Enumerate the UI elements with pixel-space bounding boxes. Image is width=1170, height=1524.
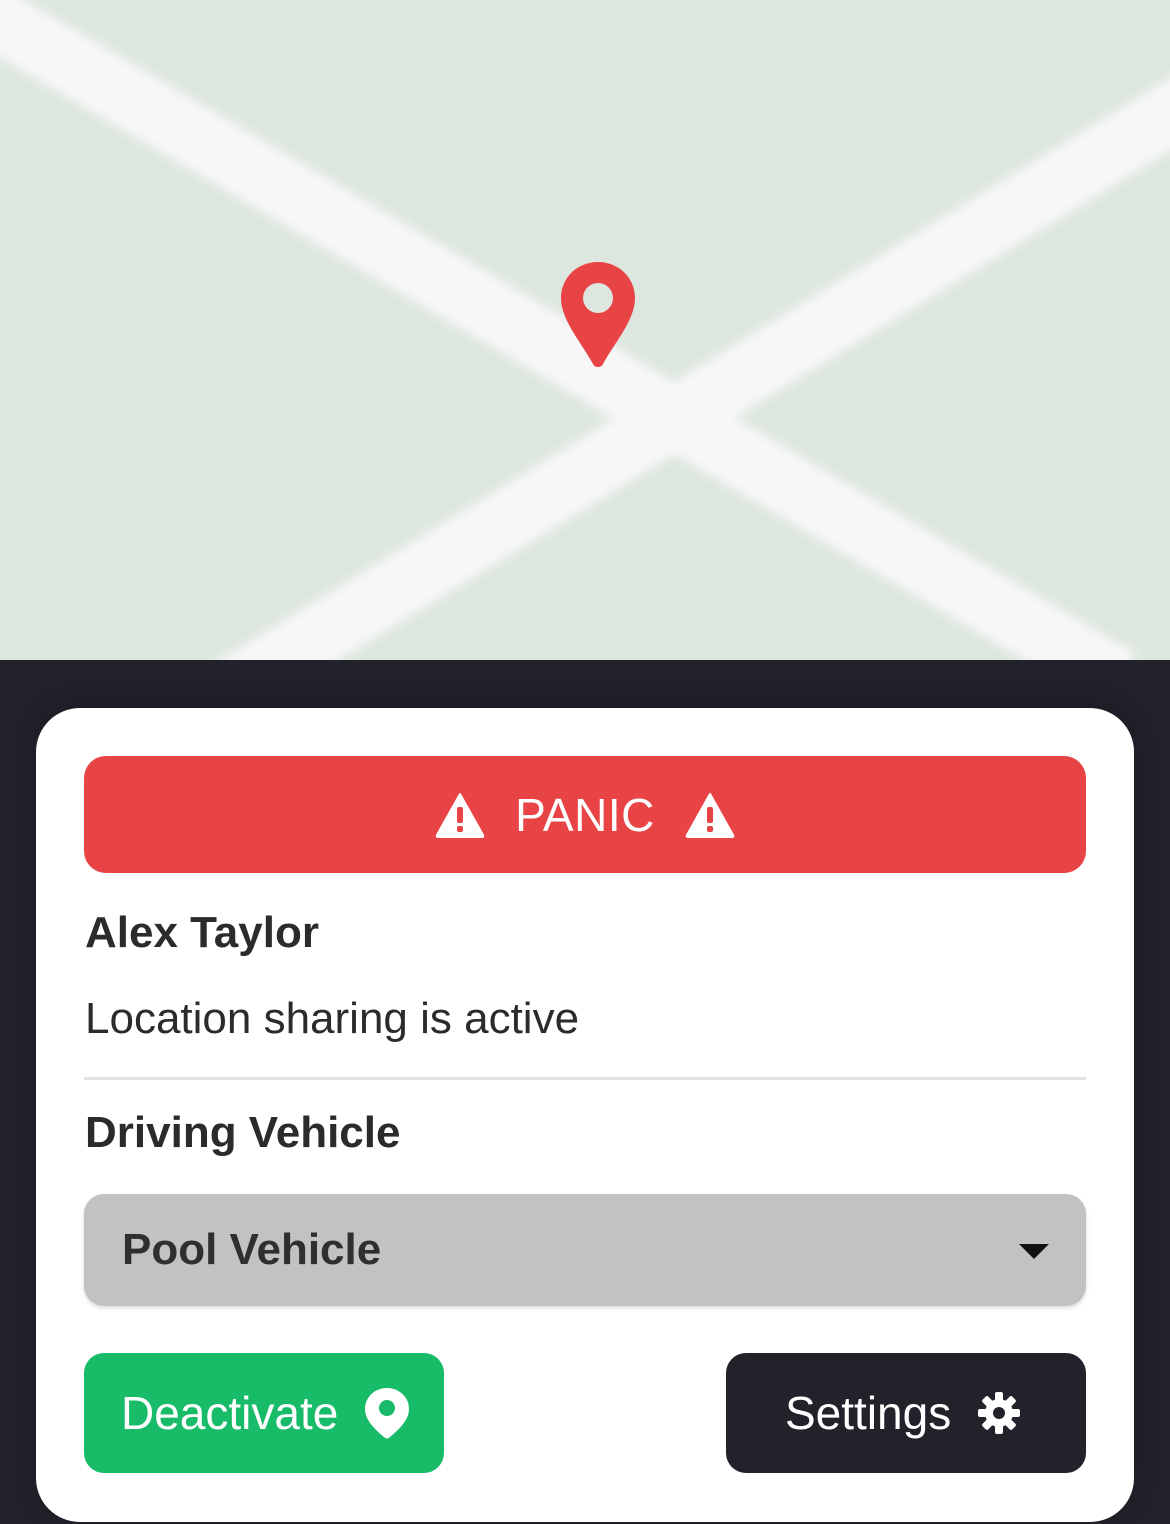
gear-icon: [978, 1392, 1021, 1434]
settings-label: Settings: [785, 1387, 952, 1439]
location-pin-icon: [365, 1388, 410, 1439]
vehicle-select-value: Pool Vehicle: [122, 1225, 382, 1274]
bottom-panel: PANIC Alex Taylor Location sharing is ac…: [0, 660, 1170, 1524]
sharing-status: Location sharing is active: [85, 994, 580, 1043]
settings-button[interactable]: Settings: [726, 1353, 1086, 1473]
user-name: Alex Taylor: [85, 908, 319, 957]
warning-triangle-icon: [685, 792, 735, 838]
panic-button[interactable]: PANIC: [84, 756, 1086, 873]
deactivate-button[interactable]: Deactivate: [84, 1353, 444, 1473]
chevron-down-icon: [1019, 1244, 1049, 1259]
deactivate-label: Deactivate: [121, 1387, 339, 1439]
driving-vehicle-title: Driving Vehicle: [85, 1108, 401, 1157]
map-view[interactable]: [0, 0, 1170, 660]
status-card: PANIC Alex Taylor Location sharing is ac…: [36, 708, 1134, 1522]
warning-triangle-icon: [435, 792, 485, 838]
panic-label: PANIC: [515, 788, 655, 841]
divider: [84, 1077, 1086, 1080]
vehicle-select[interactable]: Pool Vehicle: [84, 1194, 1086, 1306]
map-pin-icon[interactable]: [559, 260, 637, 372]
